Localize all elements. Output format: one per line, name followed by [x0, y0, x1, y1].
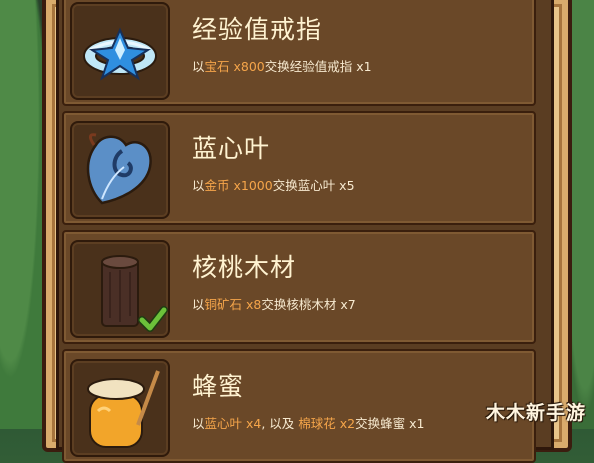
honey-jar-icon	[87, 370, 160, 448]
item-icon-slot	[70, 2, 170, 100]
check-mark-icon	[138, 306, 168, 332]
diamond-ring-icon	[83, 27, 157, 81]
forest-background-left	[0, 0, 46, 429]
item-exchange-description: 以铜矿石 x8交换核桃木材 x7	[192, 297, 356, 312]
item-exchange-description: 以蓝心叶 x4, 以及 棉球花 x2交换蜂蜜 x1	[192, 416, 425, 431]
exchange-row-leaf[interactable]: 蓝心叶 以金币 x1000交换蓝心叶 x5	[62, 111, 536, 225]
item-name: 经验值戒指	[192, 15, 323, 44]
item-icon-slot	[70, 359, 170, 457]
exchange-row-wood[interactable]: 核桃木材 以铜矿石 x8交换核桃木材 x7	[62, 230, 536, 344]
item-exchange-description: 以宝石 x800交换经验值戒指 x1	[192, 59, 372, 74]
item-icon-slot	[70, 240, 170, 338]
item-icon-slot	[70, 121, 170, 219]
item-name: 蜂蜜	[192, 372, 245, 401]
exchange-row-honey[interactable]: 蜂蜜 以蓝心叶 x4, 以及 棉球花 x2交换蜂蜜 x1	[62, 349, 536, 463]
blue-heart-leaf-icon	[86, 133, 152, 205]
exchange-row-ring[interactable]: 经验值戒指 以宝石 x800交换经验值戒指 x1	[62, 0, 536, 106]
material-cost: 铜矿石 x8	[204, 297, 262, 312]
item-name: 核桃木材	[192, 253, 297, 282]
material-cost: 宝石 x800	[204, 59, 265, 74]
watermark-logo: 木木新手游	[485, 402, 586, 424]
material-cost: 金币 x1000	[204, 178, 273, 193]
item-name: 蓝心叶	[192, 134, 271, 163]
item-exchange-description: 以金币 x1000交换蓝心叶 x5	[192, 178, 355, 193]
